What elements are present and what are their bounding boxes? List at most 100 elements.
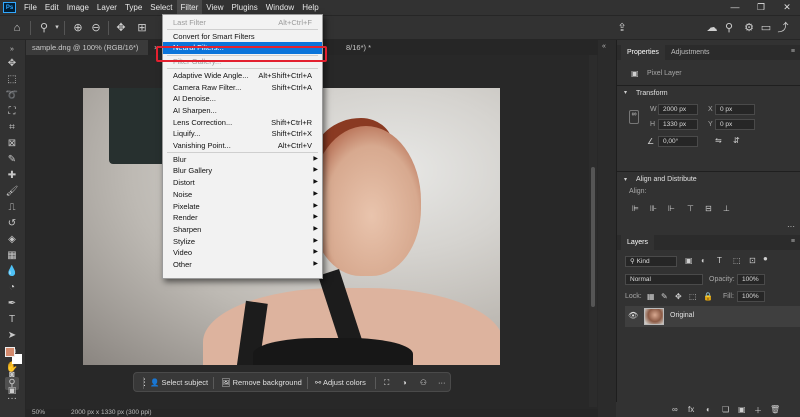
scrollbar-thumb[interactable]	[591, 167, 595, 307]
menu-image[interactable]: Image	[63, 0, 93, 15]
screen-mode-icon[interactable]: ▣	[4, 385, 20, 396]
filter-menu-item[interactable]: Blur Gallery ▶	[163, 165, 322, 177]
filter-menu-item[interactable]: Video ▶	[163, 247, 322, 259]
link-layers-icon[interactable]: ∞	[672, 405, 678, 414]
menu-filter[interactable]: Filter	[176, 0, 203, 15]
lasso-tool-icon[interactable]: ➰	[5, 89, 19, 102]
filter-menu-item[interactable]: Camera Raw Filter... Shift+Ctrl+A	[163, 82, 322, 94]
chevron-down-icon[interactable]: ▾	[50, 21, 64, 35]
move-icon[interactable]: ✥	[114, 21, 128, 35]
document-info[interactable]: 2000 px x 1330 px (300 ppi)	[71, 409, 152, 416]
filter-menu-item[interactable]: Stylize ▶	[163, 236, 322, 248]
maximize-button[interactable]: ❐	[748, 0, 774, 15]
x-field[interactable]: 0 px	[715, 104, 755, 115]
eraser-tool-icon[interactable]: ◈	[5, 233, 19, 246]
menu-file[interactable]: File	[20, 0, 41, 15]
half-circle-icon[interactable]: ◑	[398, 376, 411, 389]
crop-frame-icon[interactable]: ⛶	[380, 376, 393, 389]
stamp-tool-icon[interactable]: ⎍	[5, 201, 19, 214]
filter-menu-item[interactable]: Vanishing Point... Alt+Ctrl+V	[163, 140, 322, 152]
more-icon[interactable]: ···	[787, 222, 795, 231]
quick-mask-icon[interactable]: ◙	[4, 369, 20, 380]
y-field[interactable]: 0 px	[715, 119, 755, 130]
filter-menu-item[interactable]: Convert for Smart Filters	[163, 31, 322, 43]
close-window-button[interactable]: ✕	[774, 0, 800, 15]
align-left-icon[interactable]: ⊫	[632, 204, 639, 213]
brush-tool-icon[interactable]: 🖌	[5, 185, 19, 198]
gear-icon[interactable]: ⚙	[742, 21, 756, 35]
filter-menu-item[interactable]: Distort ▶	[163, 177, 322, 189]
menu-layer[interactable]: Layer	[93, 0, 121, 15]
more-icon[interactable]: ···	[434, 376, 450, 389]
align-bottom-icon[interactable]: ⊥	[723, 204, 730, 213]
lock-transparent-icon[interactable]: ▦	[647, 292, 655, 301]
eyedropper-icon[interactable]: ✎	[5, 153, 19, 166]
marquee-tool-icon[interactable]: ⬚	[5, 73, 19, 86]
filter-menu-item[interactable]: AI Denoise...	[163, 93, 322, 105]
menu-view[interactable]: View	[202, 0, 227, 15]
tab-properties[interactable]: Properties	[621, 45, 665, 60]
healing-brush-icon[interactable]: ✚	[5, 169, 19, 182]
mask-icon[interactable]: ◐	[706, 405, 711, 414]
filter-menu-item[interactable]: AI Sharpen...	[163, 105, 322, 117]
tab-second-document[interactable]: 8/16*) *	[340, 40, 400, 55]
opacity-field[interactable]: 100%	[737, 274, 765, 285]
remove-background-button[interactable]: 🖼 Remove background	[217, 376, 306, 389]
menu-edit[interactable]: Edit	[41, 0, 63, 15]
filter-type-icon[interactable]: T	[717, 256, 722, 265]
filter-menu-item[interactable]: Pixelate ▶	[163, 201, 322, 213]
tab-sample-dng[interactable]: sample.dng @ 100% (RGB/16*)	[26, 40, 148, 55]
tab-adjustments[interactable]: Adjustments	[665, 45, 716, 60]
filter-pixel-icon[interactable]: ▣	[685, 256, 693, 265]
menu-type[interactable]: Type	[121, 0, 146, 15]
fill-field[interactable]: 100%	[737, 291, 765, 302]
pen-tool-icon[interactable]: ✒	[5, 297, 19, 310]
fx-icon[interactable]: fx	[688, 405, 694, 414]
share-icon[interactable]: ⇪	[615, 21, 629, 35]
filter-menu-item[interactable]: Render ▶	[163, 212, 322, 224]
vertical-scrollbar[interactable]	[589, 55, 597, 407]
collapse-icon[interactable]: «	[602, 43, 606, 50]
align-center-icon[interactable]: ⊪	[650, 204, 657, 213]
filter-smart-icon[interactable]: ⊡	[749, 256, 756, 265]
search-icon[interactable]: ⚲	[722, 21, 736, 35]
dodge-tool-icon[interactable]: ◔	[5, 281, 19, 294]
minimize-button[interactable]: —	[722, 0, 748, 15]
zoom-in-icon[interactable]: ⊕	[71, 21, 85, 35]
move-tool-icon[interactable]: ✥	[5, 57, 19, 70]
tab-layers[interactable]: Layers	[621, 235, 655, 250]
zoom-icon[interactable]: ⚲	[37, 21, 51, 35]
menu-help[interactable]: Help	[298, 0, 322, 15]
align-right-icon[interactable]: ⊩	[668, 204, 675, 213]
trash-icon[interactable]: 🗑	[770, 405, 780, 414]
filter-menu-item[interactable]: Other ▶	[163, 259, 322, 271]
pan-icon[interactable]: ⊞	[135, 21, 149, 35]
crop-tool-icon[interactable]: ⌗	[5, 121, 19, 134]
flip-vertical-icon[interactable]: ⇵	[733, 136, 740, 145]
layer-filter-kind[interactable]: ⚲ Kind	[625, 256, 677, 267]
align-top-icon[interactable]: ⊤	[687, 204, 694, 213]
panel-menu-icon[interactable]: ≡	[791, 238, 795, 245]
visibility-eye-icon[interactable]: 👁	[628, 311, 638, 320]
filter-menu-item[interactable]: Liquify... Shift+Ctrl+X	[163, 128, 322, 140]
toggle-icon[interactable]: ●	[763, 254, 768, 263]
object-selection-icon[interactable]: ⛶	[5, 105, 19, 118]
share-export-icon[interactable]: ⤴	[776, 21, 790, 35]
panel-menu-icon[interactable]: ≡	[791, 48, 795, 55]
adjust-colors-button[interactable]: ⚯ Adjust colors	[311, 376, 370, 389]
chevron-down-icon[interactable]: ▾	[624, 176, 627, 183]
blend-mode-select[interactable]: Normal	[625, 274, 703, 285]
new-layer-icon[interactable]: ＋	[754, 405, 762, 416]
collapse-icon[interactable]: »	[5, 43, 19, 56]
type-tool-icon[interactable]: T	[5, 313, 19, 326]
chevron-down-icon[interactable]: ▾	[624, 89, 627, 96]
align-middle-icon[interactable]: ⊟	[705, 204, 712, 213]
filter-menu-item[interactable]: Blur ▶	[163, 154, 322, 166]
home-icon[interactable]: ⌂	[10, 21, 24, 35]
lock-position-icon[interactable]: ✥	[675, 292, 682, 301]
lock-image-icon[interactable]: ✎	[661, 292, 668, 301]
adjustment-layer-icon[interactable]: ❏	[722, 405, 729, 414]
filter-shape-icon[interactable]: ⬚	[733, 256, 741, 265]
options-icon[interactable]: ⚇	[416, 376, 431, 389]
filter-menu-item[interactable]: Adaptive Wide Angle... Alt+Shift+Ctrl+A	[163, 70, 322, 82]
